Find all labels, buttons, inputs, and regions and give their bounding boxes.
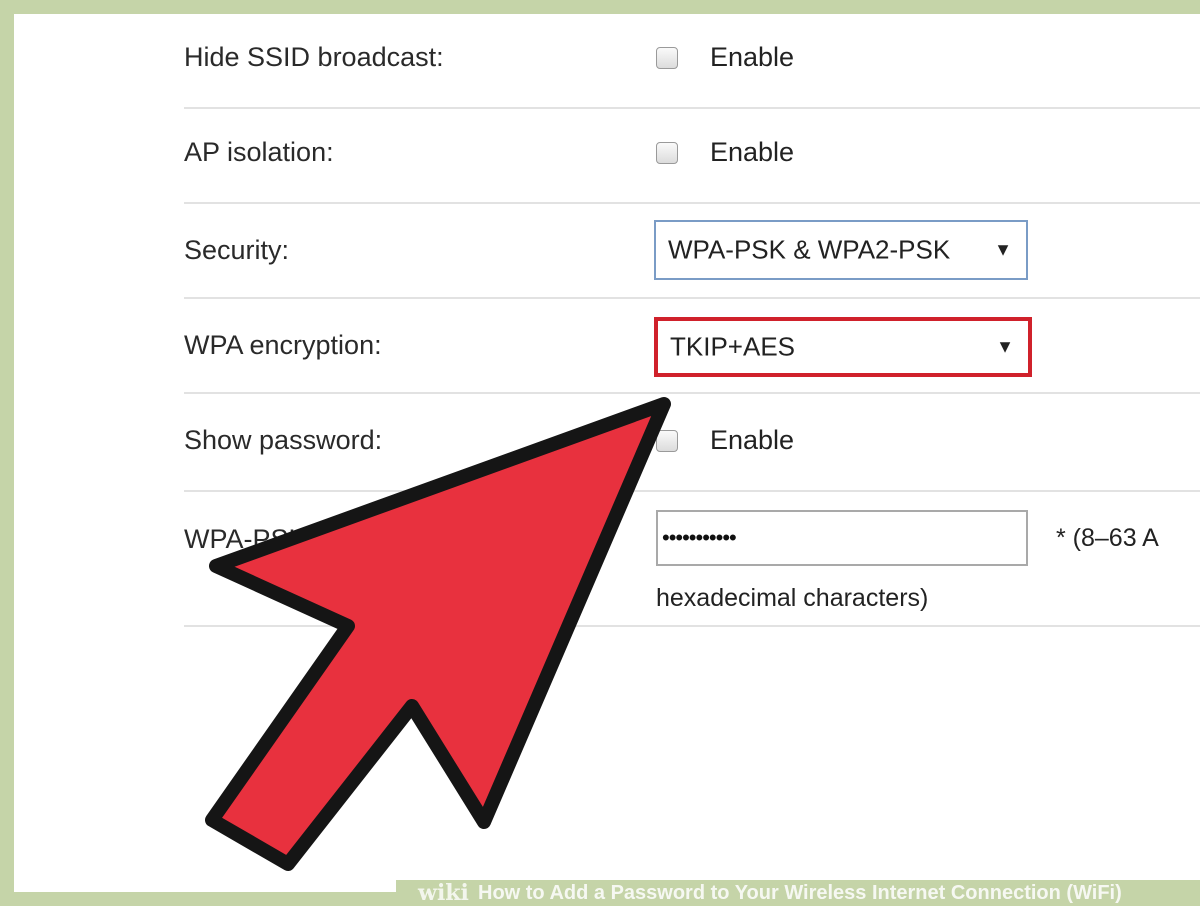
password-mask: ••••••••••• <box>662 525 737 550</box>
wpa-psk-label: WPA-PSK <box>184 524 307 554</box>
wpa-encryption-selected-value: TKIP+AES <box>670 331 795 362</box>
wpa-encryption-label: WPA encryption: <box>184 330 382 360</box>
security-select[interactable]: WPA-PSK & WPA2-PSK ▼ <box>654 220 1028 280</box>
dropdown-arrow-icon: ▼ <box>996 336 1014 357</box>
wpa-psk-hint-continued: hexadecimal characters) <box>656 584 929 612</box>
ap-isolation-row: AP isolation: Enable <box>184 109 1200 204</box>
show-password-enable-label: Enable <box>710 425 795 455</box>
show-password-row: Show password: Enable <box>184 394 1200 492</box>
hide-ssid-checkbox[interactable] <box>656 47 678 69</box>
watermark-bar: wiki How to Add a Password to Your Wirel… <box>396 880 1200 906</box>
show-password-label: Show password: <box>184 425 383 455</box>
hide-ssid-label: Hide SSID broadcast: <box>184 42 444 72</box>
wpa-psk-row: WPA-PSK ••••••••••• * (8–63 A hexadecima… <box>184 492 1200 627</box>
router-settings-panel: Hide SSID broadcast: Enable AP isolation… <box>14 14 1200 892</box>
hide-ssid-row: Hide SSID broadcast: Enable <box>184 14 1200 109</box>
dropdown-arrow-icon: ▼ <box>994 239 1012 260</box>
wpa-psk-hint: * (8–63 A <box>1056 524 1159 552</box>
wpa-psk-password-input[interactable]: ••••••••••• <box>656 510 1028 566</box>
security-row: Security: WPA-PSK & WPA2-PSK ▼ <box>184 204 1200 299</box>
show-password-checkbox[interactable] <box>656 430 678 452</box>
ap-isolation-label: AP isolation: <box>184 137 334 167</box>
security-selected-value: WPA-PSK & WPA2-PSK <box>668 234 951 265</box>
hide-ssid-enable-label: Enable <box>710 42 795 72</box>
wpa-encryption-row: WPA encryption: TKIP+AES ▼ <box>184 299 1200 394</box>
watermark-title: How to Add a Password to Your Wireless I… <box>478 882 1122 904</box>
wikihow-logo: wiki <box>418 880 469 906</box>
ap-isolation-enable-label: Enable <box>710 137 795 167</box>
security-label: Security: <box>184 235 290 265</box>
wpa-encryption-select[interactable]: TKIP+AES ▼ <box>654 317 1032 377</box>
ap-isolation-checkbox[interactable] <box>656 142 678 164</box>
